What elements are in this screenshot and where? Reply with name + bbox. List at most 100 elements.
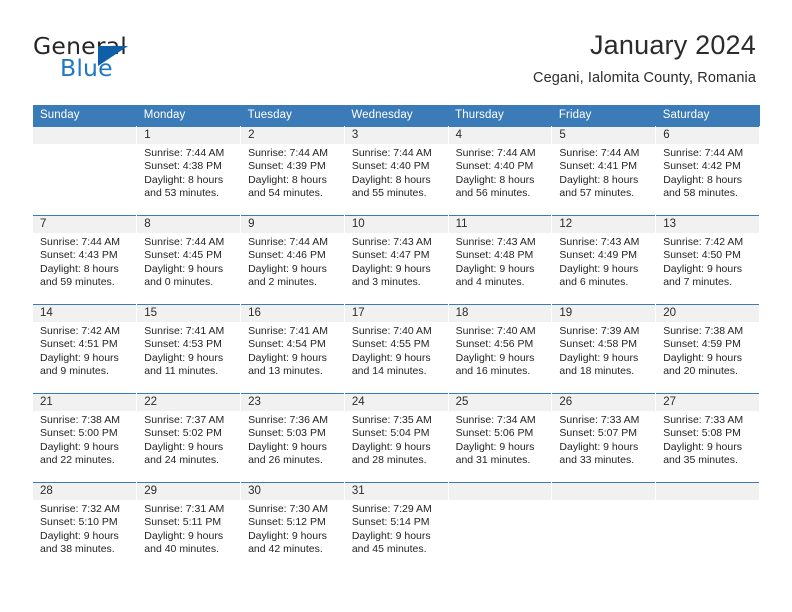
sunrise-text: Sunrise: 7:41 AM bbox=[144, 325, 225, 337]
calendar-day-cell[interactable]: 26 Sunrise: 7:33 AM Sunset: 5:07 PM Dayligh… bbox=[551, 393, 657, 483]
calendar-day-cell[interactable]: 25 Sunrise: 7:34 AM Sunset: 5:06 PM Dayligh… bbox=[448, 393, 553, 483]
sunset-text: Sunset: 5:03 PM bbox=[248, 427, 326, 440]
sunrise-text: Sunrise: 7:36 AM bbox=[248, 414, 329, 426]
calendar-day-cell[interactable]: 4 Sunrise: 7:44 AM Sunset: 4:40 PM Daylight… bbox=[448, 126, 553, 216]
sunrise-text: Sunrise: 7:38 AM bbox=[663, 325, 744, 337]
day-number: 24 bbox=[344, 394, 448, 411]
daylight-text-line2: and 58 minutes. bbox=[663, 187, 738, 200]
calendar-day-cell[interactable]: 29 Sunrise: 7:31 AM Sunset: 5:11 PM Dayligh… bbox=[136, 482, 242, 571]
calendar-day-cell[interactable]: 10 Sunrise: 7:43 AM Sunset: 4:47 PM Dayligh… bbox=[344, 215, 449, 305]
calendar-day-cell[interactable]: 12 Sunrise: 7:43 AM Sunset: 4:49 PM Dayligh… bbox=[551, 215, 657, 305]
calendar-day-cell[interactable]: 20 Sunrise: 7:38 AM Sunset: 4:59 PM Dayligh… bbox=[655, 304, 760, 394]
calendar-day-cell[interactable]: 31 Sunrise: 7:29 AM Sunset: 5:14 PM Dayligh… bbox=[344, 482, 449, 571]
day-details: Sunrise: 7:35 AM Sunset: 5:04 PM Daylight:… bbox=[345, 411, 448, 468]
daylight-text-line1: Daylight: 9 hours bbox=[663, 262, 742, 275]
weekday-header-thursday: Thursday bbox=[448, 105, 552, 127]
day-number bbox=[448, 483, 552, 500]
title-block: January 2024 Cegani, Ialomita County, Ro… bbox=[533, 28, 756, 87]
daylight-text-line1: Daylight: 9 hours bbox=[559, 262, 639, 275]
sunrise-text: Sunrise: 7:42 AM bbox=[40, 325, 120, 337]
day-details: Sunrise: 7:38 AM Sunset: 5:00 PM Daylight:… bbox=[33, 411, 136, 468]
sunset-text: Sunset: 4:55 PM bbox=[351, 338, 430, 351]
day-number: 8 bbox=[137, 216, 241, 233]
calendar-day-cell[interactable]: 3 Sunrise: 7:44 AM Sunset: 4:40 PM Daylight… bbox=[344, 126, 449, 216]
sunrise-text: Sunrise: 7:44 AM bbox=[559, 147, 640, 159]
sunrise-text: Sunrise: 7:37 AM bbox=[144, 414, 225, 426]
sunrise-text: Sunrise: 7:40 AM bbox=[455, 325, 536, 337]
calendar-day-cell[interactable]: 11 Sunrise: 7:43 AM Sunset: 4:48 PM Dayligh… bbox=[448, 215, 553, 305]
day-details: Sunrise: 7:43 AM Sunset: 4:49 PM Daylight:… bbox=[552, 233, 655, 290]
daylight-text-line2: and 4 minutes. bbox=[455, 276, 525, 289]
calendar-day-cell[interactable]: 23 Sunrise: 7:36 AM Sunset: 5:03 PM Dayligh… bbox=[240, 393, 345, 483]
day-number bbox=[33, 127, 137, 144]
daylight-text-line1: Daylight: 9 hours bbox=[351, 351, 431, 364]
calendar-day-cell[interactable]: 7 Sunrise: 7:44 AM Sunset: 4:43 PM Daylight… bbox=[33, 215, 138, 305]
day-cell-inner bbox=[552, 483, 656, 571]
day-details: Sunrise: 7:37 AM Sunset: 5:02 PM Daylight:… bbox=[137, 411, 240, 468]
calendar-day-cell[interactable]: 22 Sunrise: 7:37 AM Sunset: 5:02 PM Dayligh… bbox=[136, 393, 242, 483]
calendar-day-cell[interactable]: 8 Sunrise: 7:44 AM Sunset: 4:45 PM Daylight… bbox=[136, 215, 242, 305]
sunrise-text: Sunrise: 7:33 AM bbox=[559, 414, 640, 426]
sunrise-text: Sunrise: 7:44 AM bbox=[455, 147, 536, 159]
daylight-text-line2: and 9 minutes. bbox=[40, 365, 109, 378]
daylight-text-line1: Daylight: 9 hours bbox=[663, 351, 742, 364]
sunset-text: Sunset: 4:59 PM bbox=[663, 338, 741, 351]
day-cell-inner: 28 Sunrise: 7:32 AM Sunset: 5:10 PM Dayligh… bbox=[33, 483, 137, 571]
daylight-text-line2: and 31 minutes. bbox=[455, 454, 531, 467]
calendar-day-cell[interactable]: 13 Sunrise: 7:42 AM Sunset: 4:50 PM Dayligh… bbox=[655, 215, 760, 305]
calendar-day-cell[interactable]: 27 Sunrise: 7:33 AM Sunset: 5:08 PM Dayligh… bbox=[655, 393, 760, 483]
sunset-text: Sunset: 5:10 PM bbox=[40, 516, 118, 529]
calendar-day-cell[interactable]: 16 Sunrise: 7:41 AM Sunset: 4:54 PM Dayligh… bbox=[240, 304, 345, 394]
calendar-day-cell[interactable]: 24 Sunrise: 7:35 AM Sunset: 5:04 PM Dayligh… bbox=[344, 393, 449, 483]
sunrise-text: Sunrise: 7:34 AM bbox=[455, 414, 536, 426]
general-blue-logo[interactable]: General Blue bbox=[33, 32, 233, 92]
calendar-day-cell[interactable]: 21 Sunrise: 7:38 AM Sunset: 5:00 PM Dayligh… bbox=[33, 393, 138, 483]
weekday-header-friday: Friday bbox=[551, 105, 656, 127]
day-cell-inner bbox=[448, 483, 552, 571]
sunset-text: Sunset: 4:48 PM bbox=[455, 249, 534, 262]
calendar-day-cell[interactable]: 17 Sunrise: 7:40 AM Sunset: 4:55 PM Dayligh… bbox=[344, 304, 449, 394]
day-cell-inner: 1 Sunrise: 7:44 AM Sunset: 4:38 PM Daylight… bbox=[137, 127, 241, 215]
calendar-grid: Sunday Monday Tuesday Wednesday Thursday… bbox=[33, 105, 760, 571]
day-number: 20 bbox=[656, 305, 759, 322]
calendar-day-cell[interactable]: 19 Sunrise: 7:39 AM Sunset: 4:58 PM Dayligh… bbox=[551, 304, 657, 394]
calendar-day-cell[interactable]: 5 Sunrise: 7:44 AM Sunset: 4:41 PM Daylight… bbox=[551, 126, 657, 216]
daylight-text-line1: Daylight: 9 hours bbox=[144, 351, 224, 364]
daylight-text-line2: and 16 minutes. bbox=[455, 365, 531, 378]
day-number: 30 bbox=[241, 483, 344, 500]
calendar-day-cell[interactable]: 2 Sunrise: 7:44 AM Sunset: 4:39 PM Daylight… bbox=[240, 126, 345, 216]
sunrise-text: Sunrise: 7:40 AM bbox=[351, 325, 432, 337]
sunrise-text: Sunrise: 7:42 AM bbox=[663, 236, 744, 248]
calendar-day-cell[interactable]: 1 Sunrise: 7:44 AM Sunset: 4:38 PM Daylight… bbox=[136, 126, 242, 216]
weekday-header-wednesday: Wednesday bbox=[344, 105, 449, 127]
day-number: 10 bbox=[344, 216, 448, 233]
day-cell-inner: 30 Sunrise: 7:30 AM Sunset: 5:12 PM Dayligh… bbox=[241, 483, 344, 571]
sunrise-text: Sunrise: 7:43 AM bbox=[455, 236, 536, 248]
calendar-day-cell[interactable]: 30 Sunrise: 7:30 AM Sunset: 5:12 PM Dayligh… bbox=[240, 482, 345, 571]
day-cell-inner: 24 Sunrise: 7:35 AM Sunset: 5:04 PM Dayligh… bbox=[344, 394, 448, 482]
sunrise-text: Sunrise: 7:43 AM bbox=[351, 236, 432, 248]
calendar-day-cell[interactable]: 6 Sunrise: 7:44 AM Sunset: 4:42 PM Daylight… bbox=[655, 126, 760, 216]
calendar-day-cell[interactable]: 9 Sunrise: 7:44 AM Sunset: 4:46 PM Daylight… bbox=[240, 215, 345, 305]
sunset-text: Sunset: 4:51 PM bbox=[40, 338, 118, 351]
day-cell-inner: 2 Sunrise: 7:44 AM Sunset: 4:39 PM Daylight… bbox=[241, 127, 344, 215]
sunset-text: Sunset: 5:00 PM bbox=[40, 427, 118, 440]
calendar-day-cell[interactable]: 14 Sunrise: 7:42 AM Sunset: 4:51 PM Dayligh… bbox=[33, 304, 138, 394]
sunset-text: Sunset: 4:53 PM bbox=[144, 338, 222, 351]
day-number: 28 bbox=[33, 483, 137, 500]
day-number: 13 bbox=[656, 216, 759, 233]
daylight-text-line1: Daylight: 9 hours bbox=[351, 529, 431, 542]
day-details: Sunrise: 7:43 AM Sunset: 4:48 PM Daylight:… bbox=[449, 233, 552, 290]
sunset-text: Sunset: 5:11 PM bbox=[144, 516, 222, 529]
calendar-week-row: 28 Sunrise: 7:32 AM Sunset: 5:10 PM Dayligh… bbox=[33, 482, 760, 571]
day-number: 19 bbox=[552, 305, 656, 322]
daylight-text-line2: and 42 minutes. bbox=[248, 543, 323, 556]
calendar-day-cell[interactable]: 15 Sunrise: 7:41 AM Sunset: 4:53 PM Dayligh… bbox=[136, 304, 242, 394]
calendar-day-cell[interactable]: 18 Sunrise: 7:40 AM Sunset: 4:56 PM Dayligh… bbox=[448, 304, 553, 394]
daylight-text-line2: and 55 minutes. bbox=[351, 187, 427, 200]
day-number bbox=[656, 483, 759, 500]
weekday-header-monday: Monday bbox=[136, 105, 241, 127]
sunrise-text: Sunrise: 7:32 AM bbox=[40, 503, 120, 515]
calendar-week-row: 21 Sunrise: 7:38 AM Sunset: 5:00 PM Dayligh… bbox=[33, 393, 760, 483]
calendar-day-cell[interactable]: 28 Sunrise: 7:32 AM Sunset: 5:10 PM Dayligh… bbox=[33, 482, 138, 571]
